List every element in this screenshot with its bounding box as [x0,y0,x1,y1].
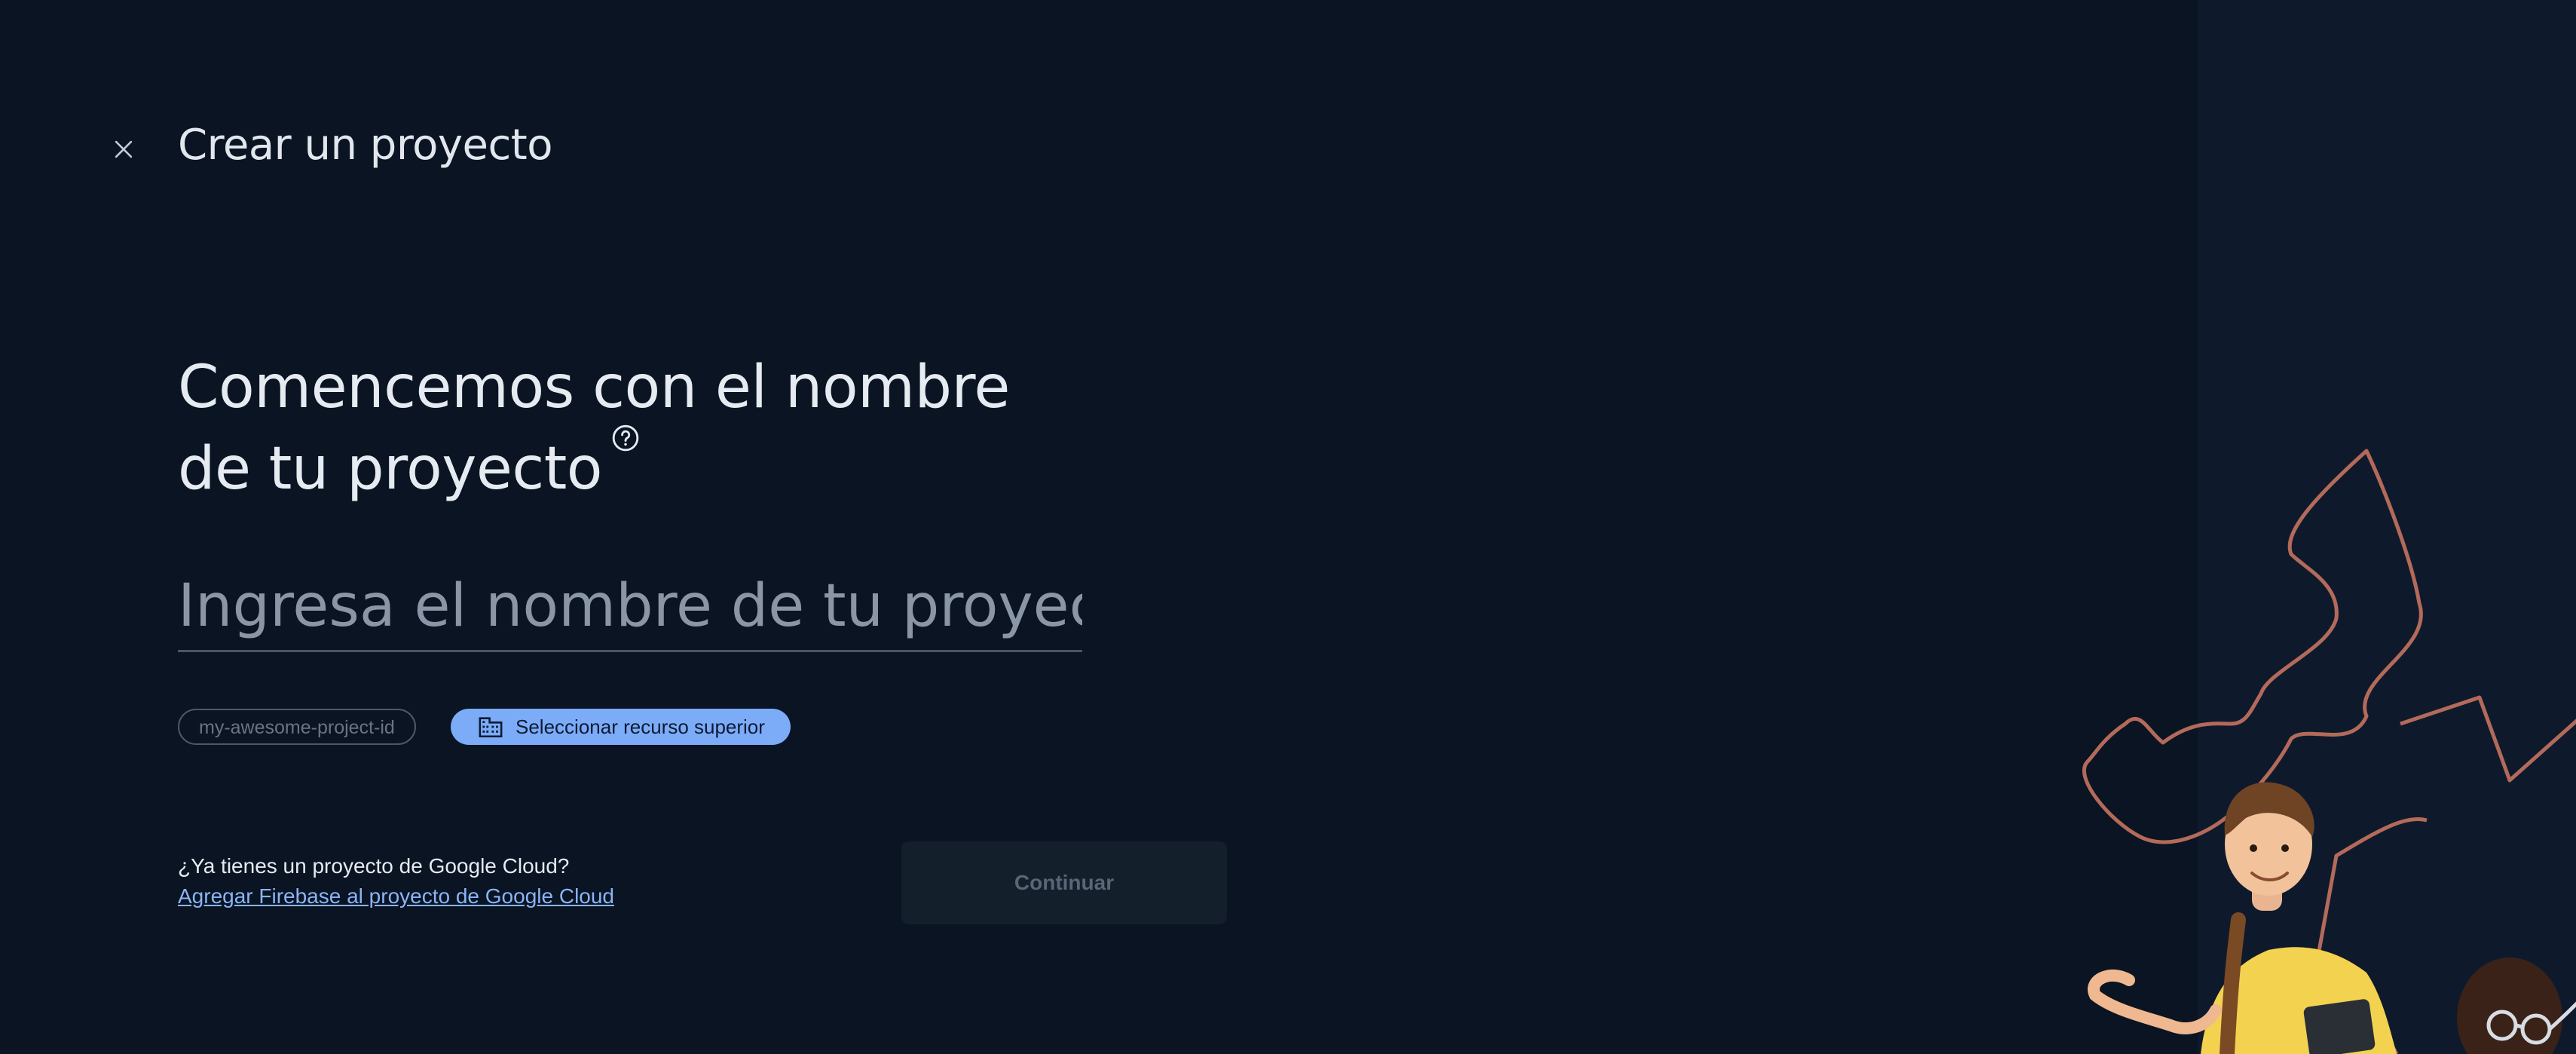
select-parent-resource-button[interactable]: Seleccionar recurso superior [451,709,791,745]
heading-line-1: Comencemos con el nombre [178,354,1010,421]
heading-line-2: de tu proyecto [178,424,1010,510]
second-person-illustration [2457,957,2576,1054]
continue-button[interactable]: Continuar [901,841,1227,924]
help-circle-icon[interactable] [611,424,640,452]
project-id-chip[interactable]: my-awesome-project-id [178,709,416,745]
select-parent-resource-label: Seleccionar recurso superior [516,715,765,738]
create-project-page: Crear un proyecto Comencemos con el nomb… [0,0,2576,1054]
page-title: Crear un proyecto [178,121,552,170]
project-name-input[interactable] [178,562,1082,652]
decorative-illustration [2082,449,2576,1054]
close-icon [115,140,133,158]
domain-building-icon [479,717,503,738]
person-illustration [2088,782,2397,1054]
existing-project-question: ¿Ya tienes un proyecto de Google Cloud? [178,854,570,878]
close-button[interactable] [104,130,143,169]
add-firebase-to-gcp-link[interactable]: Agregar Firebase al proyecto de Google C… [178,884,614,908]
step-heading: Comencemos con el nombre de tu proyecto [178,347,1010,510]
heading-line-2-text: de tu proyecto [178,435,603,503]
